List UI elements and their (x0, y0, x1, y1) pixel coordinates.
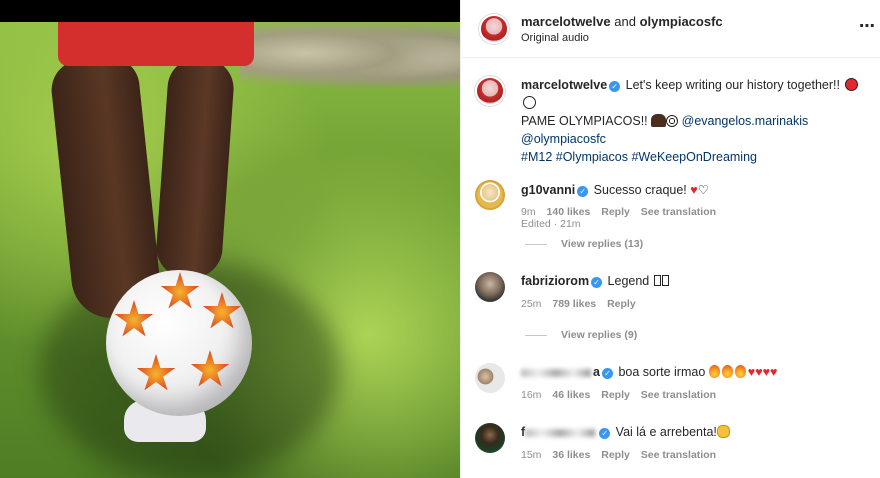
comment-likes[interactable]: 140 likes (547, 206, 591, 218)
comment-meta: 25m 789 likes Reply (521, 298, 644, 310)
author-username[interactable]: marcelotwelve (521, 14, 611, 29)
replies-divider (525, 243, 547, 245)
comment-meta: 15m 36 likes Reply See translation (521, 449, 724, 461)
comment-likes[interactable]: 36 likes (552, 449, 590, 461)
hashtags-link[interactable]: #M12 #Olympiacos #WeKeepOnDreaming (521, 150, 757, 164)
fire-emoji-icon (721, 365, 733, 378)
verified-badge-icon: ✓ (609, 81, 621, 92)
commenter-avatar[interactable] (475, 363, 505, 393)
rocks-background (240, 18, 460, 88)
see-translation-button[interactable]: See translation (641, 449, 716, 461)
commenter-avatar[interactable] (475, 272, 505, 302)
comment-body: g10vanni ✓ Sucesso craque! ♥♡ (521, 182, 709, 197)
blurred-username[interactable] (525, 428, 596, 437)
soccer-ball-emoji-icon (666, 115, 679, 127)
comment-item: a ✓ boa sorte irmao ♥♥♥♥ 16m 46 likes Rep… (475, 363, 875, 409)
people-emoji-icon (651, 114, 667, 127)
commenter-avatar[interactable] (475, 180, 505, 210)
see-translation-button[interactable]: See translation (641, 389, 716, 401)
comment-item: f ✓ Vai lá e arrebenta! 15m 36 likes Repl… (475, 423, 875, 469)
comment-likes[interactable]: 46 likes (552, 389, 590, 401)
caption-line1: Let's keep writing our history together!… (625, 78, 840, 92)
reply-button[interactable]: Reply (607, 298, 636, 310)
audio-label[interactable]: Original audio (521, 32, 589, 44)
fire-emoji-icon (734, 365, 746, 378)
blurred-username[interactable] (521, 368, 591, 377)
replies-divider (525, 334, 547, 336)
fire-emoji-icon (708, 365, 720, 378)
caption-username[interactable]: marcelotwelve (521, 78, 607, 92)
coauthor-username[interactable]: olympiacosfc (640, 14, 723, 29)
reply-button[interactable]: Reply (601, 449, 630, 461)
ball-star-pattern (202, 292, 242, 329)
verified-badge-icon: ✓ (601, 368, 613, 379)
red-heart-emoji-icon: ♥ (762, 365, 771, 379)
post-header: marcelotwelve and olympiacosfc Original … (461, 0, 880, 58)
comment-body: a ✓ boa sorte irmao ♥♥♥♥ (521, 365, 777, 379)
view-replies-label[interactable]: View replies (13) (561, 238, 643, 250)
ball-star-pattern (160, 272, 200, 309)
outline-heart-emoji-icon: ♡ (697, 183, 709, 197)
comment-likes[interactable]: 789 likes (552, 298, 596, 310)
comment-time: 9m (521, 206, 536, 218)
white-circle-emoji-icon (523, 96, 536, 109)
mention-link[interactable]: @olympiacosfc (521, 132, 606, 146)
red-heart-emoji-icon: ♥ (755, 365, 763, 379)
caption-line2: PAME OLYMPIACOS!! (521, 114, 648, 128)
comment-item: fabriziorom ✓ Legend 25m 789 likes Reply (475, 272, 875, 318)
comment-username[interactable]: g10vanni (521, 183, 575, 197)
red-circle-emoji-icon (845, 78, 859, 91)
ball-star-pattern (114, 300, 154, 337)
ball-star-pattern (136, 354, 176, 391)
comment-time: 15m (521, 449, 542, 461)
post-media-video[interactable] (0, 0, 460, 478)
football (106, 270, 252, 416)
verified-badge-icon: ✓ (591, 277, 603, 288)
commenter-avatar[interactable] (475, 423, 505, 453)
comment-username[interactable]: fabriziorom (521, 274, 589, 288)
mention-link[interactable]: @evangelos.marinakis (682, 114, 809, 128)
view-replies-button[interactable]: View replies (9) (525, 329, 637, 341)
comment-time: 25m (521, 298, 542, 310)
comment-time: 16m (521, 389, 542, 401)
comment-text: boa sorte irmao (618, 365, 706, 379)
comment-item: g10vanni ✓ Sucesso craque! ♥♡ 9m 140 like… (475, 180, 875, 226)
reply-button[interactable]: Reply (601, 206, 630, 218)
missing-glyph-icon (653, 275, 661, 286)
comment-meta: 9m 140 likes Reply See translation (521, 206, 724, 218)
comment-username-suffix[interactable]: a (593, 365, 600, 379)
reply-button[interactable]: Reply (601, 389, 630, 401)
comment-text: Vai lá e arrebenta! (615, 425, 717, 439)
comment-body: fabriziorom ✓ Legend (521, 274, 669, 288)
clap-emoji-icon (716, 425, 730, 438)
comment-meta: 16m 46 likes Reply See translation (521, 389, 724, 401)
post-side-panel: marcelotwelve and olympiacosfc Original … (460, 0, 880, 478)
authors-conjunction: and (614, 14, 636, 29)
see-translation-button[interactable]: See translation (641, 206, 716, 218)
caption-text: marcelotwelve ✓ Let's keep writing our hi… (521, 76, 871, 166)
view-replies-button[interactable]: View replies (13) (525, 238, 643, 250)
player-red-shorts (58, 18, 254, 66)
missing-glyph-icon (661, 275, 669, 286)
verified-badge-icon: ✓ (599, 428, 611, 439)
red-heart-emoji-icon: ♥ (770, 365, 778, 379)
post-authors: marcelotwelve and olympiacosfc (521, 14, 723, 29)
red-heart-emoji-icon: ♥ (690, 183, 698, 197)
author-avatar[interactable] (479, 14, 509, 44)
view-replies-label[interactable]: View replies (9) (561, 329, 637, 341)
comment-body: f ✓ Vai lá e arrebenta! (521, 425, 730, 439)
comment-text: Legend (607, 274, 650, 288)
comment-text: Sucesso craque! (593, 183, 687, 197)
ball-star-pattern (190, 350, 230, 387)
verified-badge-icon: ✓ (577, 186, 589, 197)
media-top-bar (0, 0, 460, 22)
more-options-icon[interactable]: ⋯ (859, 16, 875, 36)
caption-avatar[interactable] (475, 76, 505, 106)
